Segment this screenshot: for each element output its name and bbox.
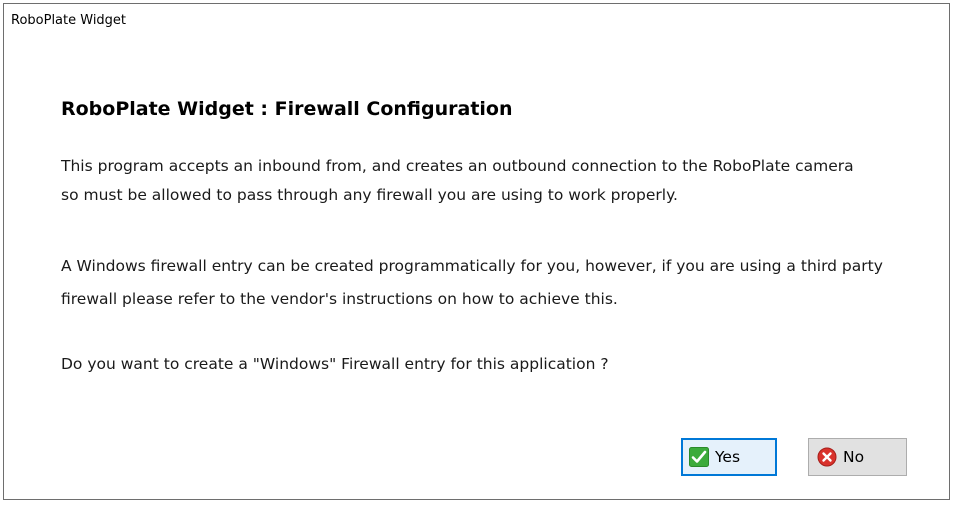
checkmark-icon xyxy=(689,447,709,467)
firewall-entry-description-line-1: A Windows firewall entry can be created … xyxy=(61,257,883,275)
connection-description-line-1: This program accepts an inbound from, an… xyxy=(61,157,854,175)
no-button-label: No xyxy=(843,448,865,466)
confirmation-question: Do you want to create a "Windows" Firewa… xyxy=(61,355,609,373)
connection-description: This program accepts an inbound from, an… xyxy=(61,152,854,210)
window-title: RoboPlate Widget xyxy=(11,13,127,28)
yes-button[interactable]: Yes xyxy=(681,438,777,476)
no-button[interactable]: No xyxy=(808,438,907,476)
dialog-window: RoboPlate Widget RoboPlate Widget : Fire… xyxy=(3,3,950,500)
connection-description-line-2: so must be allowed to pass through any f… xyxy=(61,186,678,204)
dialog-heading: RoboPlate Widget : Firewall Configuratio… xyxy=(61,98,513,120)
error-circle-icon xyxy=(817,447,837,467)
firewall-entry-description-line-2: firewall please refer to the vendor's in… xyxy=(61,290,618,308)
firewall-entry-description: A Windows firewall entry can be created … xyxy=(61,250,883,316)
yes-button-label: Yes xyxy=(715,448,741,466)
title-bar[interactable]: RoboPlate Widget xyxy=(4,4,949,38)
